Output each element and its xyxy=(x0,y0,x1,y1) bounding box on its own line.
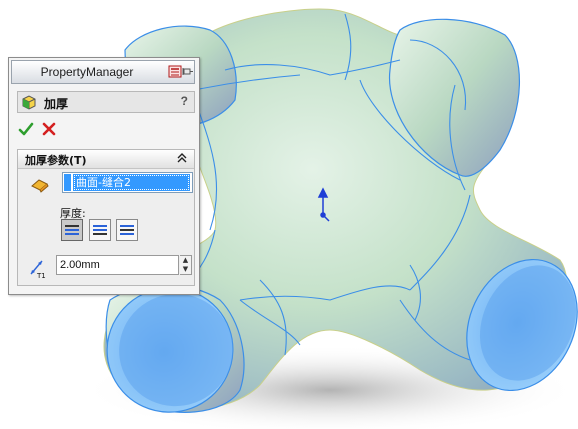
thicken-parameters-group: 加厚参数(T) 曲面-缝合2 厚度: T1 2.00mm ▲ ▼ xyxy=(17,149,195,286)
double-chevron-up-icon[interactable] xyxy=(176,152,188,164)
property-manager-titlebar: PropertyManager xyxy=(11,60,195,84)
property-manager-panel: PropertyManager 加厚 ? 加厚参数(T) 曲面-缝合2 厚度: … xyxy=(8,57,200,295)
cancel-button[interactable] xyxy=(41,121,57,137)
check-icon xyxy=(18,122,34,136)
spin-down-icon[interactable]: ▼ xyxy=(180,265,191,274)
face-selection-icon xyxy=(31,179,49,193)
ok-button[interactable] xyxy=(18,121,34,137)
panel-layout-icon[interactable] xyxy=(168,65,194,79)
selected-face-item[interactable]: 曲面-缝合2 xyxy=(73,174,190,191)
thicken-side2-icon xyxy=(93,225,107,235)
thicken-side1-button[interactable] xyxy=(61,219,83,241)
property-manager-title: PropertyManager xyxy=(40,65,134,79)
feature-header: 加厚 ? xyxy=(17,91,195,113)
thicken-side1-icon xyxy=(65,225,79,235)
feature-title: 加厚 xyxy=(44,97,69,111)
selection-color-marker xyxy=(64,174,71,191)
group-title: 加厚参数(T) xyxy=(25,154,87,167)
spin-up-icon[interactable]: ▲ xyxy=(180,256,191,265)
thickness-icon-label: T1 xyxy=(36,272,46,279)
group-header[interactable]: 加厚参数(T) xyxy=(18,150,194,169)
thicken-both-sides-button[interactable] xyxy=(116,219,138,241)
thickness-dimension-icon: T1 xyxy=(30,260,46,279)
thicken-feature-icon xyxy=(22,95,36,110)
pushpin-icon xyxy=(182,68,193,75)
help-icon[interactable]: ? xyxy=(181,94,188,108)
thicken-both-sides-icon xyxy=(120,225,134,235)
face-selection-list[interactable]: 曲面-缝合2 xyxy=(62,172,193,193)
thickness-spinner[interactable]: ▲ ▼ xyxy=(180,255,192,275)
thickness-input[interactable] xyxy=(56,255,179,275)
x-icon xyxy=(42,122,56,136)
thicken-side2-button[interactable] xyxy=(89,219,111,241)
